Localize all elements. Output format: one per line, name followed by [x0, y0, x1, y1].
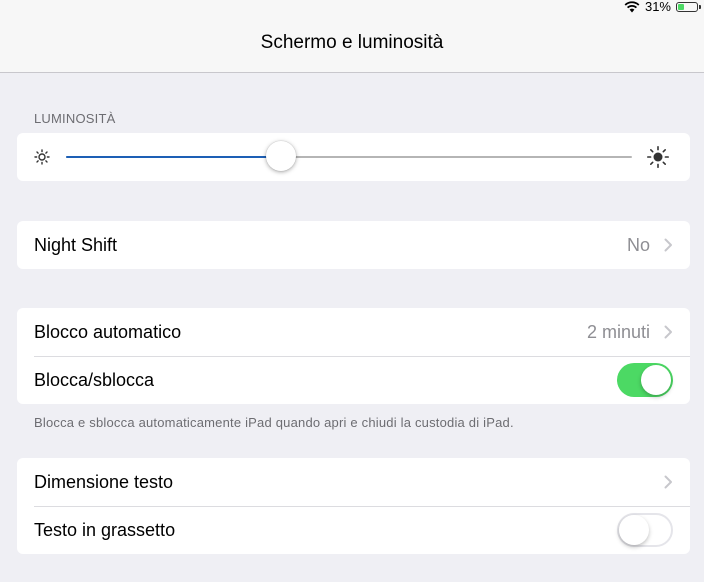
status-bar: 31% [0, 0, 704, 14]
battery-icon [676, 2, 701, 12]
auto-lock-value: 2 minuti [586, 321, 650, 342]
navigation-bar: Schermo e luminosità [0, 14, 704, 73]
text-size-label: Dimensione testo [34, 471, 174, 492]
brightness-group [17, 133, 690, 181]
bold-text-row: Testo in grassetto [17, 506, 690, 554]
lock-group: Blocco automatico 2 minuti Blocca/sblocc… [17, 308, 690, 404]
chevron-right-icon [664, 238, 672, 252]
status-indicators: 31% [624, 0, 704, 14]
lock-unlock-label: Blocca/sblocca [34, 369, 155, 390]
night-shift-value: No [626, 234, 650, 255]
lock-unlock-row: Blocca/sblocca [17, 356, 690, 404]
sun-small-icon [34, 149, 50, 165]
chevron-right-icon [664, 325, 672, 339]
text-group: Dimensione testo Testo in grassetto [17, 458, 690, 554]
bold-text-toggle[interactable] [617, 513, 673, 547]
battery-percentage: 31% [644, 0, 671, 14]
battery-level [678, 4, 684, 10]
brightness-section-header: LUMINOSITÀ [34, 111, 116, 126]
auto-lock-label: Blocco automatico [34, 321, 182, 342]
page-title: Schermo e luminosità [260, 32, 444, 53]
wifi-icon [624, 1, 640, 13]
lock-unlock-toggle[interactable] [617, 363, 673, 397]
text-size-row[interactable]: Dimensione testo [17, 458, 690, 506]
sun-large-icon [647, 146, 669, 168]
brightness-slider-fill [66, 156, 282, 158]
brightness-row [17, 133, 690, 181]
bold-text-label: Testo in grassetto [34, 519, 176, 540]
night-shift-label: Night Shift [34, 234, 118, 255]
brightness-slider-thumb[interactable] [266, 141, 297, 171]
toggle-knob [619, 515, 649, 545]
night-shift-row[interactable]: Night Shift No [17, 221, 690, 269]
brightness-slider[interactable] [66, 141, 632, 171]
toggle-knob [641, 365, 671, 395]
auto-lock-row[interactable]: Blocco automatico 2 minuti [17, 308, 690, 356]
chevron-right-icon [664, 475, 672, 489]
lock-unlock-footer: Blocca e sblocca automaticamente iPad qu… [34, 415, 514, 430]
night-shift-group: Night Shift No [17, 221, 690, 269]
